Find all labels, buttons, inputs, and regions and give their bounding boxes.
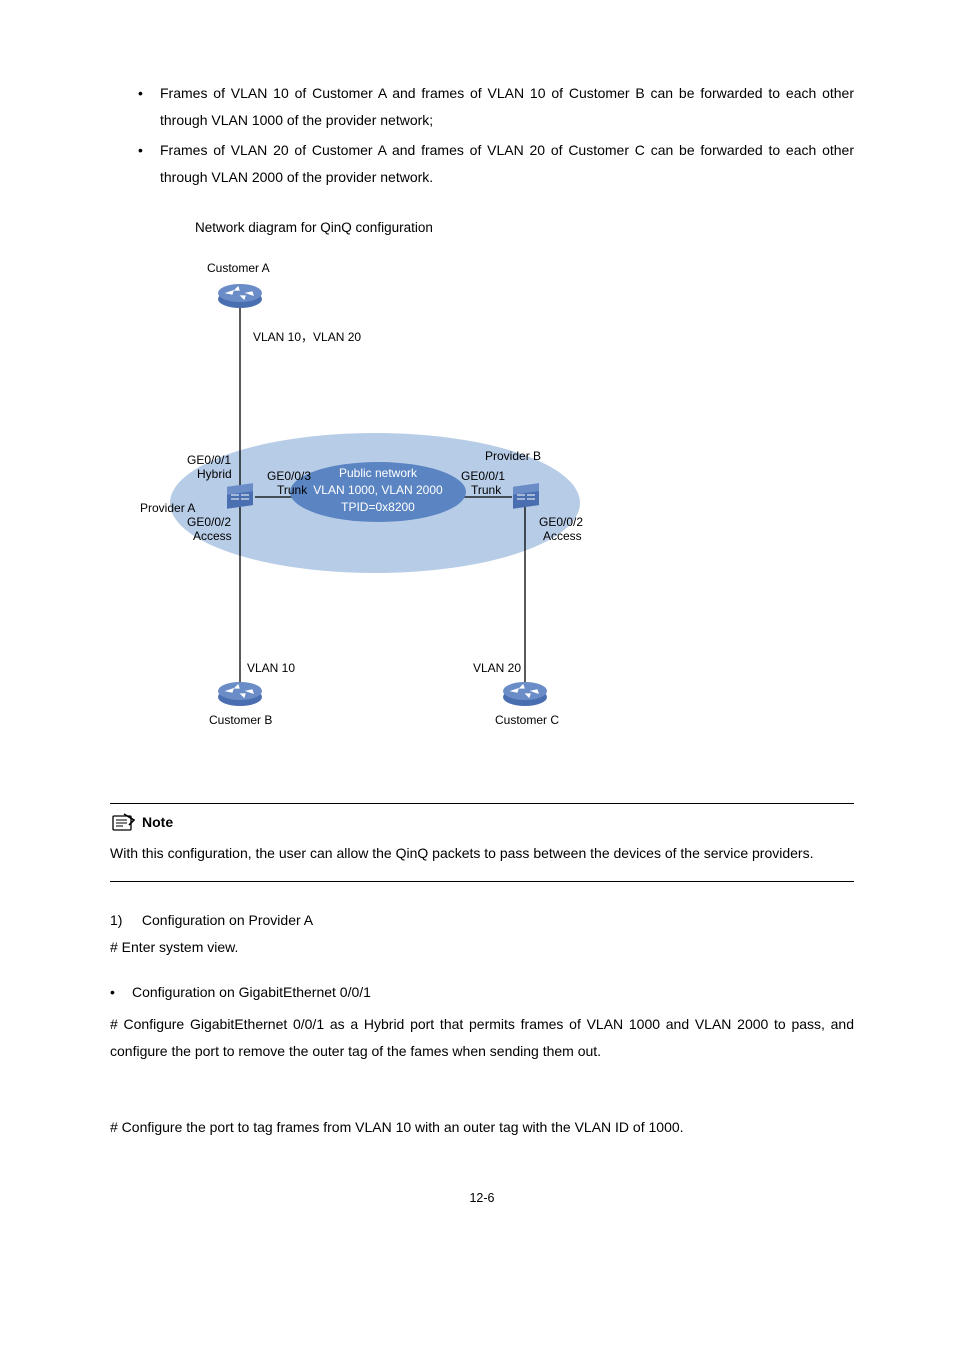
provider-a-label: Provider A <box>140 501 195 515</box>
pa-ge003-label: GE0/0/3 <box>267 469 311 483</box>
step-1-title: Configuration on Provider A <box>142 912 313 928</box>
tpid-label: TPID=0x8200 <box>303 499 453 516</box>
step-1-command: # Enter system view. <box>110 934 854 961</box>
customer-c-router-icon <box>502 679 548 710</box>
bullet-2: Frames of VLAN 20 of Customer A and fram… <box>138 137 854 190</box>
note-icon <box>110 812 136 832</box>
note-top-rule <box>110 803 854 804</box>
figure-title: Network diagram for QinQ configuration <box>195 220 854 235</box>
sub-bullet-1: Configuration on GigabitEthernet 0/0/1 <box>110 979 854 1006</box>
network-diagram: Public network VLAN 1000, VLAN 2000 TPID… <box>125 253 585 753</box>
note-heading: Note <box>110 812 854 832</box>
vlan-range-label: VLAN 1000, VLAN 2000 <box>303 482 453 499</box>
inner-cloud-text: Public network VLAN 1000, VLAN 2000 TPID… <box>303 465 453 521</box>
public-network-label: Public network <box>303 465 453 482</box>
bullet-1: Frames of VLAN 10 of Customer A and fram… <box>138 80 854 133</box>
pb-trunk-label: Trunk <box>471 483 501 497</box>
note-bottom-rule <box>110 881 854 882</box>
page-number: 12-6 <box>110 1191 854 1205</box>
last-paragraph: # Configure the port to tag frames from … <box>110 1114 854 1141</box>
pa-access-label: Access <box>193 529 232 543</box>
provider-b-switch-icon <box>511 483 541 516</box>
sub-bullet-text: # Configure GigabitEthernet 0/0/1 as a H… <box>110 1011 854 1064</box>
pb-ge001-label: GE0/0/1 <box>461 469 505 483</box>
intro-bullets: Frames of VLAN 10 of Customer A and fram… <box>110 80 854 190</box>
pa-ge001-label: GE0/0/1 <box>187 453 231 467</box>
note-label: Note <box>142 814 173 830</box>
sub-bullet-list: Configuration on GigabitEthernet 0/0/1 <box>110 979 854 1006</box>
pa-trunk-label: Trunk <box>277 483 307 497</box>
customer-b-router-icon <box>217 679 263 710</box>
step-1-number: 1) <box>110 912 138 928</box>
pb-access-label: Access <box>543 529 582 543</box>
note-text: With this configuration, the user can al… <box>110 840 854 867</box>
pb-ge002-label: GE0/0/2 <box>539 515 583 529</box>
pa-ge002-label: GE0/0/2 <box>187 515 231 529</box>
pa-hybrid-label: Hybrid <box>197 467 232 481</box>
provider-a-switch-icon <box>225 483 255 516</box>
step-1: 1) Configuration on Provider A <box>110 912 854 928</box>
provider-b-label: Provider B <box>485 449 541 463</box>
customer-a-router-icon <box>217 281 263 312</box>
